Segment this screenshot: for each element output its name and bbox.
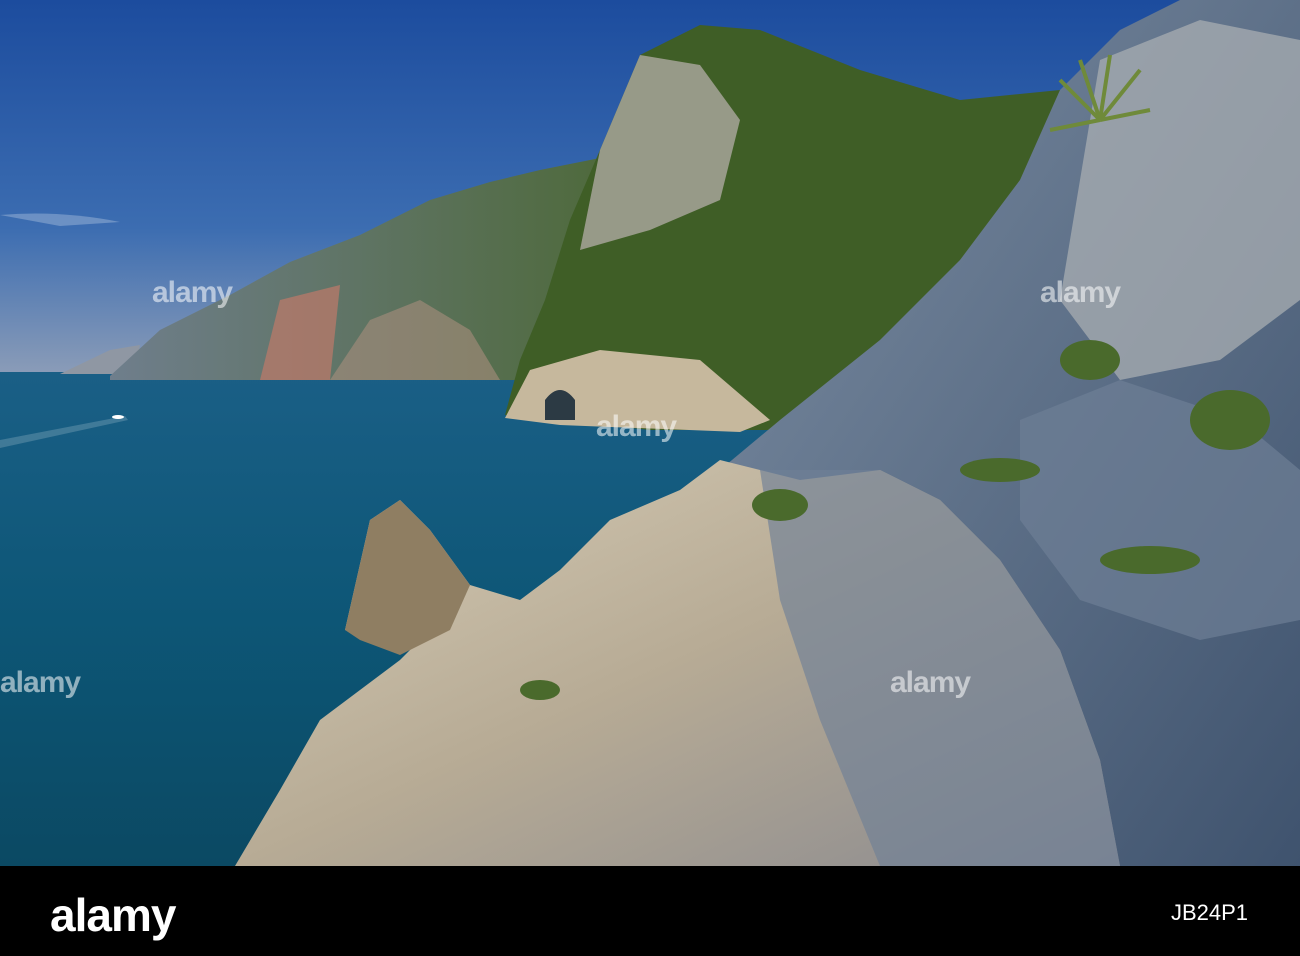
watermark: alamy — [152, 276, 233, 309]
watermark: alamy — [890, 666, 971, 699]
image-id: JB24P1 — [1170, 900, 1248, 925]
footer-bar: alamy JB24P1 — [0, 866, 1300, 956]
watermark: alamy — [596, 410, 677, 443]
watermark: alamy — [1040, 276, 1121, 309]
landscape-photo: alamy alamy alamy alamy alamy — [0, 0, 1300, 866]
brand-logo: alamy — [50, 889, 176, 941]
boat — [112, 415, 124, 419]
watermark: alamy — [0, 666, 81, 699]
